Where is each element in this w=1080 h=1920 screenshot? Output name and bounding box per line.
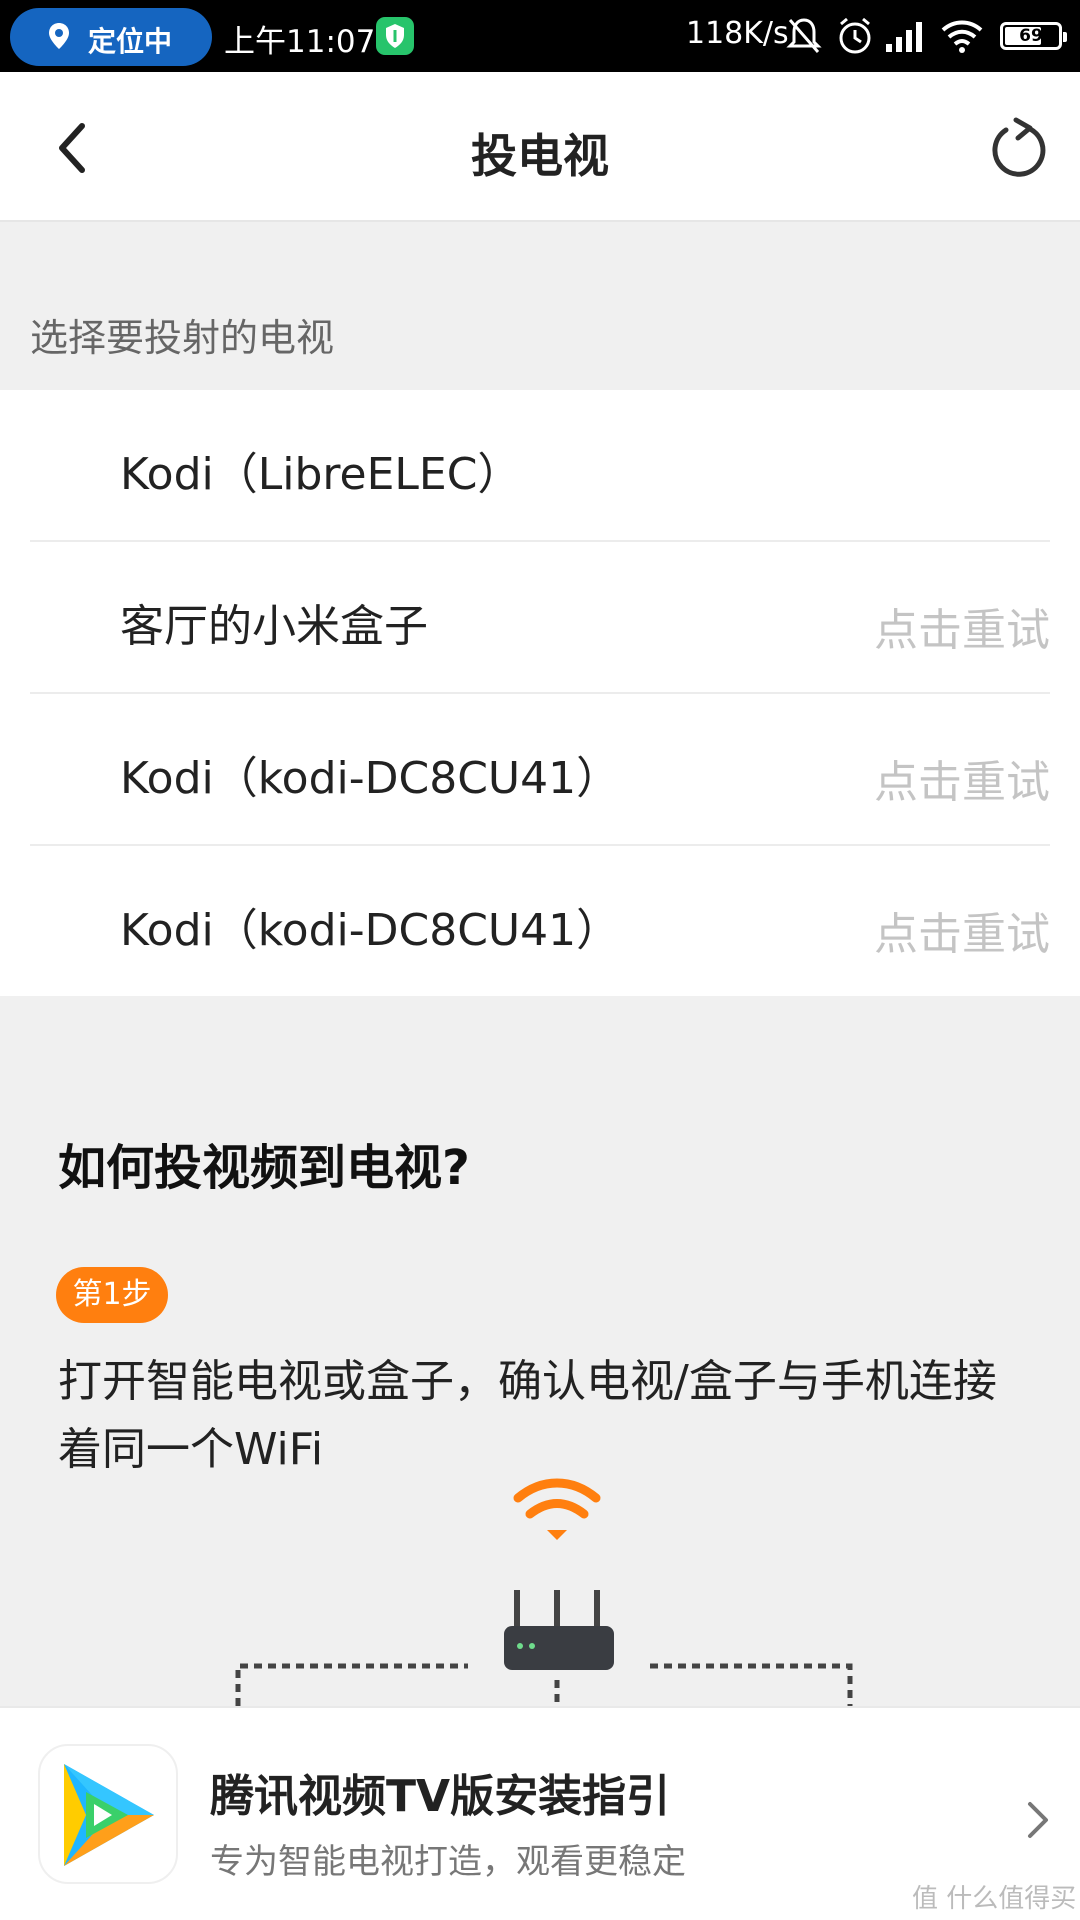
retry-button[interactable]: 点击重试 xyxy=(874,594,1050,658)
network-speed: 118K/s xyxy=(686,16,789,51)
wifi-signal-icon xyxy=(513,1478,601,1540)
device-name: Kodi（kodi-DC8CU41） xyxy=(120,753,621,804)
device-row[interactable]: Kodi（kodi-DC8CU41） 点击重试 xyxy=(30,694,1050,846)
tencent-video-app-icon xyxy=(38,1744,178,1884)
page-title: 投电视 xyxy=(471,129,609,183)
device-name: 客厅的小米盒子 xyxy=(120,601,428,652)
router-illustration xyxy=(235,1478,853,1706)
signal-icon xyxy=(886,22,922,52)
device-row[interactable]: Kodi（LibreELEC） xyxy=(30,390,1050,542)
device-name: Kodi（LibreELEC） xyxy=(120,449,522,500)
retry-button[interactable]: 点击重试 xyxy=(874,898,1050,962)
watermark: 值 什么值得买 xyxy=(912,1884,1077,1914)
status-time: 上午11:07 xyxy=(224,24,376,60)
location-pin-icon xyxy=(49,23,69,49)
device-name: Kodi（kodi-DC8CU41） xyxy=(120,905,621,956)
retry-button[interactable]: 点击重试 xyxy=(874,746,1050,810)
connection-lines xyxy=(235,1663,853,1706)
status-bar: 定位中 上午11:07 118K/s 69 xyxy=(0,0,1080,72)
chevron-right-icon[interactable] xyxy=(1024,1798,1052,1842)
banner-subtitle: 专为智能电视打造，观看更稳定 xyxy=(210,1842,686,1882)
device-list: Kodi（LibreELEC） 客厅的小米盒子 点击重试 Kodi（kodi-D… xyxy=(0,390,1080,996)
router-icon xyxy=(504,1590,614,1670)
battery-icon: 69 xyxy=(1000,22,1067,50)
wifi-icon xyxy=(941,20,983,53)
step-instruction: 打开智能电视或盒子，确认电视/盒子与手机连接着同一个WiFi xyxy=(58,1356,997,1475)
howto-title: 如何投视频到电视? xyxy=(58,1140,470,1196)
alarm-icon xyxy=(839,17,871,54)
step-badge: 第1步 xyxy=(56,1267,168,1323)
shield-icon xyxy=(376,17,414,55)
refresh-button[interactable] xyxy=(990,116,1050,178)
device-row[interactable]: Kodi（kodi-DC8CU41） 点击重试 xyxy=(30,846,1050,998)
silent-bell-icon xyxy=(786,18,822,53)
location-status-pill[interactable]: 定位中 xyxy=(10,8,212,66)
location-status-text: 定位中 xyxy=(88,25,173,58)
battery-level: 69 xyxy=(1019,26,1043,46)
top-navigation-bar: 投电视 xyxy=(0,72,1080,222)
banner-title: 腾讯视频TV版安装指引 xyxy=(210,1771,671,1822)
device-row[interactable]: 客厅的小米盒子 点击重试 xyxy=(30,542,1050,694)
device-section-label: 选择要投射的电视 xyxy=(30,316,335,360)
